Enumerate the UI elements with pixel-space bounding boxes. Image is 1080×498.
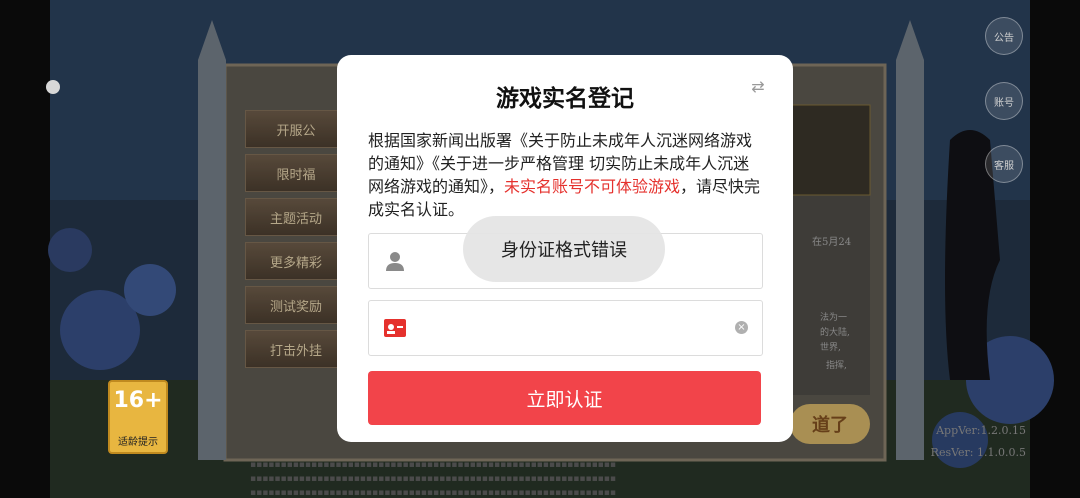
notch-indicator xyxy=(46,80,60,94)
menu-item-server-open[interactable]: 开服公 xyxy=(245,110,347,148)
user-icon xyxy=(386,252,404,271)
menu-item-theme-event[interactable]: 主题活动 xyxy=(245,198,347,236)
svg-text:在5月24: 在5月24 xyxy=(812,236,851,248)
svg-text:的大陆,: 的大陆, xyxy=(820,326,850,338)
footer-license-line-1: ▪▪▪▪▪▪▪▪▪▪▪▪▪▪▪▪▪▪▪▪▪▪▪▪▪▪▪▪▪▪▪▪▪▪▪▪▪▪▪▪… xyxy=(250,460,616,470)
menu-item-anti-cheat[interactable]: 打击外挂 xyxy=(245,330,347,368)
age-rating-number: 16+ xyxy=(113,388,163,413)
error-toast: 身份证格式错误 xyxy=(463,216,665,282)
clear-icon[interactable]: × xyxy=(735,321,748,334)
age-rating-badge[interactable]: 16+ 适龄提示 xyxy=(108,380,168,454)
svg-text:法为一: 法为一 xyxy=(820,311,847,323)
res-version: ResVer: 1.1.0.0.5 xyxy=(930,446,1026,459)
customer-service-button[interactable]: 客服 xyxy=(985,145,1023,183)
footer-license-line-3: ▪▪▪▪▪▪▪▪▪▪▪▪▪▪▪▪▪▪▪▪▪▪▪▪▪▪▪▪▪▪▪▪▪▪▪▪▪▪▪▪… xyxy=(250,488,616,498)
svg-text:指挥,: 指挥, xyxy=(826,359,847,371)
got-it-button[interactable]: 道了 xyxy=(790,404,870,444)
notice-warning-text: 未实名账号不可体验游戏 xyxy=(504,177,681,196)
menu-item-more[interactable]: 更多精彩 xyxy=(245,242,347,280)
menu-item-limited-welfare[interactable]: 限时福 xyxy=(245,154,347,192)
game-screen: 在5月24 法为一 的大陆, 世界, 指挥, 公告 账号 客服 开服公 限时福 … xyxy=(0,0,1080,498)
footer-license-line-2: ▪▪▪▪▪▪▪▪▪▪▪▪▪▪▪▪▪▪▪▪▪▪▪▪▪▪▪▪▪▪▪▪▪▪▪▪▪▪▪▪… xyxy=(250,474,616,484)
app-version: AppVer:1.2.0.15 xyxy=(936,424,1026,437)
id-card-input[interactable] xyxy=(421,313,725,345)
announcement-button[interactable]: 公告 xyxy=(985,17,1023,55)
verify-now-button[interactable]: 立即认证 xyxy=(368,371,761,425)
svg-text:世界,: 世界, xyxy=(820,341,841,353)
dialog-notice: 根据国家新闻出版署《关于防止未成年人沉迷网络游戏的通知》《关于进一步严格管理 切… xyxy=(368,129,764,221)
dialog-title: 游戏实名登记 xyxy=(496,86,634,112)
account-button[interactable]: 账号 xyxy=(985,82,1023,120)
menu-item-test-reward[interactable]: 测试奖励 xyxy=(245,286,347,324)
id-card-field[interactable]: × xyxy=(368,300,763,356)
id-card-icon xyxy=(384,319,406,337)
swap-icon[interactable]: ⇄ xyxy=(747,75,769,97)
age-rating-tip: 适龄提示 xyxy=(118,437,158,448)
